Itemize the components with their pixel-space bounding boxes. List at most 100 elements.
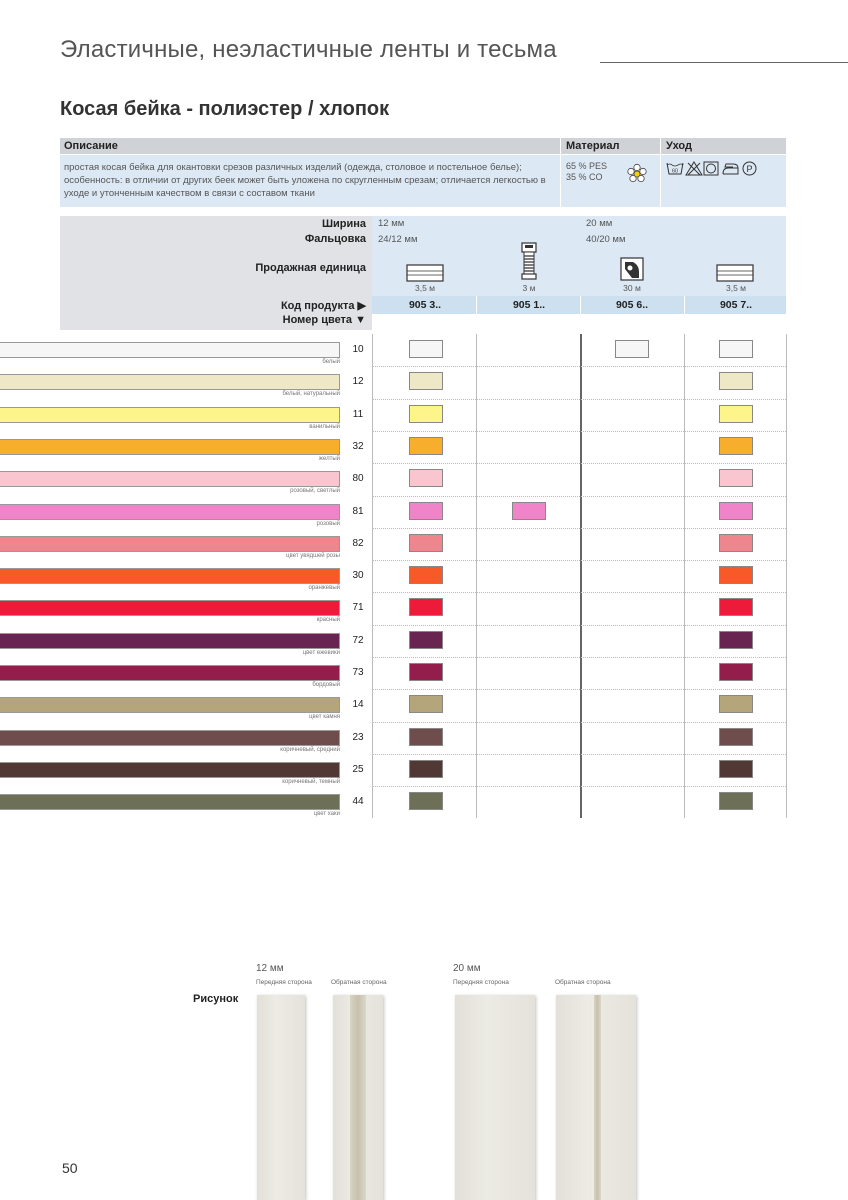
color-swatch [719, 759, 753, 778]
card-icon [716, 264, 754, 282]
color-swatch [719, 727, 753, 746]
row-divider [372, 657, 786, 658]
color-name: цвет хаки [313, 811, 340, 818]
color-name: красный [316, 617, 340, 624]
color-swatch [409, 727, 443, 746]
color-name: белый, натуральный [282, 391, 340, 398]
color-swatch [409, 566, 443, 585]
product-code-col-3: 905 6.. [615, 299, 649, 311]
grid-line [372, 334, 373, 818]
color-name: розовый [316, 520, 340, 527]
figure-label: Рисунок [193, 993, 239, 1005]
color-swatch [719, 630, 753, 649]
color-number: 44 [352, 796, 364, 808]
color-swatch [409, 792, 443, 811]
tumble-dry-icon [703, 161, 719, 176]
divider [476, 296, 477, 314]
color-strip [0, 665, 340, 681]
color-strip [0, 342, 340, 358]
row-divider [372, 786, 786, 788]
color-name: коричневый, темный [282, 778, 340, 785]
color-swatch [719, 566, 753, 585]
row-divider [372, 495, 786, 497]
color-swatch [719, 695, 753, 714]
tape-12-front [257, 995, 305, 1200]
color-swatch [409, 340, 443, 358]
color-number: 82 [352, 537, 364, 549]
tape-fold [350, 995, 366, 1200]
length-col-3: 30 м [623, 283, 641, 293]
color-number: 71 [352, 602, 364, 614]
color-swatch [512, 501, 546, 520]
figure-front-20: Передняя сторона [453, 979, 509, 986]
color-name: розовый, светлый [290, 488, 340, 495]
roll-icon [620, 257, 644, 281]
material-composition: 65 % PES 35 % CO [566, 161, 607, 183]
color-number: 80 [352, 473, 364, 485]
figure-width-20: 20 мм [453, 963, 481, 974]
fold-label: Фальцовка [304, 233, 366, 245]
divider [660, 138, 661, 154]
color-strip [0, 729, 340, 746]
fold-12: 24/12 мм [378, 234, 418, 245]
color-swatch [409, 598, 443, 617]
product-code-col-1: 905 3.. [408, 299, 442, 311]
color-swatch [409, 436, 443, 455]
color-swatch [409, 372, 443, 391]
spool-icon [521, 242, 537, 280]
sales-unit-label: Продажная единица [255, 262, 366, 274]
material-header: Материал [566, 140, 620, 152]
color-strip [0, 406, 340, 423]
row-divider [372, 398, 786, 400]
color-strip [0, 632, 340, 649]
divider [684, 296, 685, 314]
divider [580, 296, 581, 314]
row-divider [372, 689, 786, 691]
color-swatch [719, 663, 753, 681]
care-header: Уход [666, 140, 692, 152]
color-number: 12 [352, 376, 364, 388]
row-divider [372, 463, 786, 465]
color-name: ванильный [309, 423, 340, 430]
color-name: оранжевый [308, 585, 340, 592]
grid-line [580, 334, 582, 818]
info-table-header: Описание Материал Уход [60, 138, 786, 154]
color-swatch [719, 598, 753, 617]
color-name: цвет ежевики [302, 649, 340, 656]
color-swatch [719, 340, 753, 358]
header-rule [600, 62, 848, 63]
row-divider [372, 430, 786, 432]
color-swatch [719, 404, 753, 423]
color-swatch [719, 436, 753, 455]
flower-icon [627, 163, 647, 183]
color-swatch [719, 469, 753, 488]
figure-front-12: Передняя сторона [256, 979, 312, 986]
tape-fold [594, 995, 601, 1200]
row-divider [372, 560, 786, 562]
color-swatch [409, 695, 443, 714]
material-pes: 65 % PES [566, 161, 608, 171]
color-number: 30 [352, 570, 364, 582]
color-swatch [409, 501, 443, 520]
tape-20-back [556, 995, 636, 1200]
color-swatch [409, 663, 443, 681]
wash-60-icon: 60 [666, 162, 684, 175]
color-swatch [409, 533, 443, 552]
color-swatch [409, 630, 443, 649]
color-name: бордовый [312, 682, 340, 688]
color-strip [0, 761, 340, 778]
color-number: 11 [352, 408, 364, 420]
description-text: простая косая бейка для окантовки срезов… [64, 162, 546, 199]
color-number: 73 [352, 667, 364, 678]
color-swatch [719, 372, 753, 391]
color-number: 25 [352, 763, 364, 775]
color-number: 32 [352, 440, 364, 452]
color-name: цвет камня [309, 714, 340, 721]
grid-line [476, 334, 477, 818]
color-strip [0, 535, 340, 552]
row-divider [372, 721, 786, 723]
color-swatch [409, 759, 443, 778]
color-strip [0, 374, 340, 391]
color-name: желтый [318, 455, 340, 462]
divider [560, 138, 561, 154]
